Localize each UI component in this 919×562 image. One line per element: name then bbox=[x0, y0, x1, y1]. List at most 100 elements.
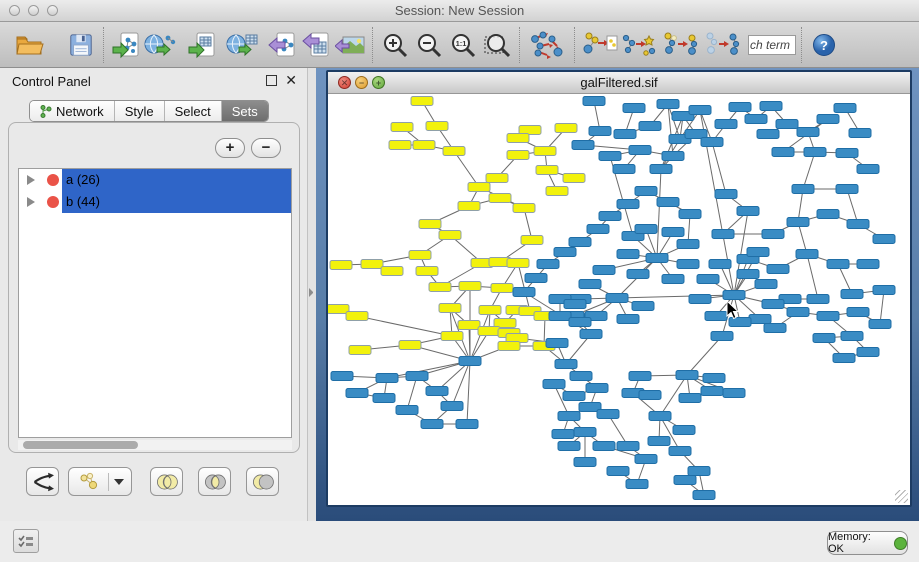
network-graph[interactable] bbox=[328, 94, 910, 505]
network-node[interactable] bbox=[657, 100, 679, 109]
network-node[interactable] bbox=[441, 332, 463, 341]
remove-set-button[interactable]: − bbox=[251, 138, 281, 158]
network-node[interactable] bbox=[570, 372, 592, 381]
network-node[interactable] bbox=[712, 230, 734, 239]
network-node[interactable] bbox=[792, 185, 814, 194]
first-neighbors-button[interactable] bbox=[620, 26, 660, 64]
network-edge[interactable] bbox=[847, 189, 858, 224]
network-node[interactable] bbox=[626, 480, 648, 489]
search-input[interactable]: ch term bbox=[748, 35, 796, 55]
list-item[interactable]: a (26) bbox=[19, 169, 291, 191]
network-node[interactable] bbox=[757, 130, 779, 139]
network-node[interactable] bbox=[513, 288, 535, 297]
network-node[interactable] bbox=[607, 467, 629, 476]
network-node[interactable] bbox=[421, 420, 443, 429]
network-node[interactable] bbox=[649, 412, 671, 421]
network-node[interactable] bbox=[613, 165, 635, 174]
zoom-in-button[interactable] bbox=[378, 26, 412, 64]
export-table-button[interactable] bbox=[299, 26, 333, 64]
network-node[interactable] bbox=[399, 341, 421, 350]
zoom-out-button[interactable] bbox=[412, 26, 446, 64]
network-node[interactable] bbox=[569, 238, 591, 247]
network-node[interactable] bbox=[599, 212, 621, 221]
tab-network[interactable]: Network bbox=[30, 101, 115, 121]
network-node[interactable] bbox=[669, 447, 691, 456]
network-node[interactable] bbox=[429, 283, 451, 292]
network-node[interactable] bbox=[632, 302, 654, 311]
help-button[interactable]: ? bbox=[807, 26, 841, 64]
network-node[interactable] bbox=[817, 312, 839, 321]
network-node[interactable] bbox=[796, 250, 818, 259]
network-node[interactable] bbox=[849, 129, 871, 138]
import-network-url-button[interactable] bbox=[143, 26, 177, 64]
network-node[interactable] bbox=[468, 183, 490, 192]
export-network-button[interactable] bbox=[265, 26, 299, 64]
network-node[interactable] bbox=[873, 286, 895, 295]
network-node[interactable] bbox=[391, 123, 413, 132]
network-node[interactable] bbox=[525, 274, 547, 283]
union-sets-button[interactable] bbox=[150, 467, 183, 496]
network-node[interactable] bbox=[836, 149, 858, 158]
network-node[interactable] bbox=[617, 315, 639, 324]
network-edge[interactable] bbox=[807, 254, 818, 299]
apply-layout-button[interactable] bbox=[525, 26, 569, 64]
network-node[interactable] bbox=[376, 374, 398, 383]
network-node[interactable] bbox=[563, 174, 585, 183]
network-edge[interactable] bbox=[657, 169, 661, 258]
network-node[interactable] bbox=[486, 174, 508, 183]
network-node[interactable] bbox=[703, 374, 725, 383]
network-node[interactable] bbox=[489, 194, 511, 203]
network-node[interactable] bbox=[857, 348, 879, 357]
network-node[interactable] bbox=[635, 455, 657, 464]
network-node[interactable] bbox=[787, 308, 809, 317]
network-node[interactable] bbox=[772, 148, 794, 157]
network-node[interactable] bbox=[426, 122, 448, 131]
save-session-button[interactable] bbox=[64, 26, 98, 64]
network-node[interactable] bbox=[635, 225, 657, 234]
network-node[interactable] bbox=[749, 315, 771, 324]
network-node[interactable] bbox=[804, 148, 826, 157]
network-node[interactable] bbox=[574, 458, 596, 467]
network-node[interactable] bbox=[747, 248, 769, 257]
tab-sets[interactable]: Sets bbox=[222, 101, 268, 121]
network-node[interactable] bbox=[507, 259, 529, 268]
network-node[interactable] bbox=[869, 320, 891, 329]
network-node[interactable] bbox=[776, 120, 798, 129]
import-table-url-button[interactable] bbox=[225, 26, 259, 64]
network-node[interactable] bbox=[439, 231, 461, 240]
network-node[interactable] bbox=[507, 134, 529, 143]
network-node[interactable] bbox=[709, 260, 731, 269]
intersection-sets-button[interactable] bbox=[198, 467, 231, 496]
network-node[interactable] bbox=[657, 198, 679, 207]
network-window-titlebar[interactable]: ✕ − + galFiltered.sif bbox=[328, 72, 910, 94]
network-node[interactable] bbox=[411, 97, 433, 106]
network-node[interactable] bbox=[767, 265, 789, 274]
network-node[interactable] bbox=[479, 306, 501, 315]
network-node[interactable] bbox=[555, 124, 577, 133]
network-node[interactable] bbox=[593, 442, 615, 451]
network-node[interactable] bbox=[606, 294, 628, 303]
network-node[interactable] bbox=[346, 389, 368, 398]
network-node[interactable] bbox=[574, 428, 596, 437]
network-node[interactable] bbox=[760, 102, 782, 111]
network-node[interactable] bbox=[627, 270, 649, 279]
network-node[interactable] bbox=[817, 115, 839, 124]
network-node[interactable] bbox=[715, 120, 737, 129]
network-node[interactable] bbox=[381, 267, 403, 276]
network-node[interactable] bbox=[745, 115, 767, 124]
network-node[interactable] bbox=[723, 291, 745, 300]
network-node[interactable] bbox=[572, 141, 594, 150]
network-node[interactable] bbox=[689, 295, 711, 304]
network-node[interactable] bbox=[513, 204, 535, 213]
network-node[interactable] bbox=[677, 240, 699, 249]
network-node[interactable] bbox=[787, 218, 809, 227]
network-node[interactable] bbox=[406, 372, 428, 381]
network-node[interactable] bbox=[797, 128, 819, 137]
add-set-button[interactable]: + bbox=[215, 138, 245, 158]
network-node[interactable] bbox=[617, 442, 639, 451]
network-node[interactable] bbox=[586, 384, 608, 393]
network-node[interactable] bbox=[614, 130, 636, 139]
list-item[interactable]: b (44) bbox=[19, 191, 291, 213]
split-set-button[interactable] bbox=[26, 467, 59, 496]
network-node[interactable] bbox=[701, 387, 723, 396]
